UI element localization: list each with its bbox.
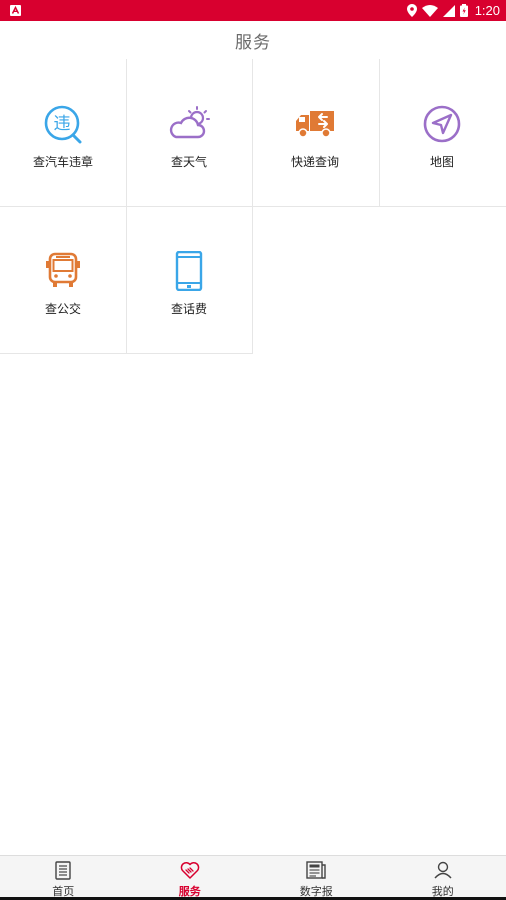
page-title: 服务 [235,32,271,53]
notification-a-icon [10,5,21,16]
location-icon [406,4,417,17]
service-label: 查话费 [170,302,207,316]
service-label: 地图 [429,155,454,169]
service-handshake-icon [180,860,200,880]
bottom-nav: 首页 服务 数字报 我的 [0,855,506,900]
user-icon [433,860,453,880]
service-label: 查汽车违章 [32,155,93,169]
status-bar: 1:20 [0,0,506,21]
status-time: 1:20 [474,3,500,18]
map-navigation-icon [421,103,463,145]
service-label: 查天气 [170,155,207,169]
battery-icon [459,4,468,17]
bus-icon [42,250,84,292]
service-label: 查公交 [44,302,81,316]
signal-icon [442,4,455,17]
service-delivery[interactable]: 快递查询 [252,59,378,206]
wifi-icon [421,4,438,17]
nav-digital-paper[interactable]: 数字报 [253,856,380,900]
nav-service[interactable]: 服务 [127,856,254,900]
newspaper-icon [306,860,326,880]
car-violation-icon: 违 [42,103,84,145]
svg-text:违: 违 [54,114,71,134]
nav-me[interactable]: 我的 [380,856,506,900]
page-header: 服务 [0,21,506,59]
home-news-icon [53,860,73,880]
service-weather[interactable]: 查天气 [126,59,252,206]
weather-icon [168,103,210,145]
service-bus[interactable]: 查公交 [0,206,126,353]
service-label: 快递查询 [290,155,339,169]
service-car-violation[interactable]: 违 查汽车违章 [0,59,126,206]
phone-bill-icon [168,250,210,292]
delivery-truck-icon [294,103,336,145]
nav-home[interactable]: 首页 [0,856,127,900]
service-map[interactable]: 地图 [379,59,505,206]
grid-divider [0,353,253,354]
service-phone-bill[interactable]: 查话费 [126,206,252,353]
